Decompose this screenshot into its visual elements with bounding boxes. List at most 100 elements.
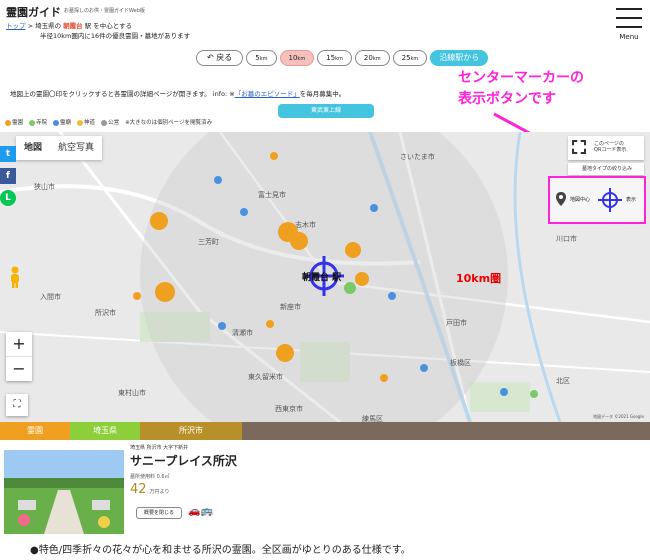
radius-unit: km (372, 56, 381, 62)
twitter-icon[interactable]: t (0, 146, 16, 162)
legend-dot-icon (5, 119, 11, 126)
cemetery-marker[interactable] (290, 232, 308, 250)
legend-label: 寺院 (36, 120, 48, 126)
fullscreen-icon: ⛶ (13, 399, 21, 410)
site-tagline: お墓探しのお供・霊園ガイドWeb版 (64, 8, 145, 14)
place-label: 富士見市 (258, 191, 286, 199)
place-label: 練馬区 (362, 415, 383, 422)
cemetery-marker[interactable] (355, 272, 369, 286)
qr-code-icon (572, 140, 586, 154)
map-pin-icon[interactable] (556, 192, 566, 206)
mausoleum-marker[interactable] (388, 292, 396, 300)
cemetery-marker[interactable] (155, 282, 175, 302)
mausoleum-marker[interactable] (214, 176, 222, 184)
radius-unit: km (335, 56, 343, 62)
show-label[interactable]: 表示 (626, 196, 636, 203)
zoom-control: + − (6, 332, 32, 381)
radius-20km-button[interactable]: 20km (354, 50, 390, 66)
rail-station-button[interactable]: 沿線駅から (430, 50, 489, 66)
info-text: 地図上の霊園〇印をクリックすると各霊園の詳細ページが開きます。 info: ※「… (10, 88, 345, 98)
temple-marker[interactable] (530, 390, 538, 398)
close-summary-button[interactable]: 概要を閉じる (136, 507, 182, 519)
mausoleum-marker[interactable] (218, 322, 226, 330)
cemetery-marker[interactable] (133, 292, 141, 300)
breadcrumb-home-link[interactable]: トップ (6, 22, 26, 30)
temple-marker[interactable] (344, 282, 356, 294)
legend-label: 神道 (84, 120, 96, 126)
cemetery-marker[interactable] (345, 242, 361, 258)
center-marker-controls: 地図中心 表示 (548, 176, 646, 224)
price: 42 万円より (130, 482, 169, 497)
radius-unit: km (410, 56, 419, 62)
legend-dot-icon (29, 119, 36, 126)
cemetery-marker[interactable] (270, 152, 278, 160)
zoom-in-button[interactable]: + (6, 332, 32, 356)
line-button[interactable]: 東武東上線 (278, 104, 374, 118)
category-tabs: 霊園 埼玉県 所沢市 (0, 422, 650, 440)
breadcrumb-text: > 埼玉県の (25, 22, 64, 30)
map-attribution: 地図データ ©2021 Google (593, 414, 644, 419)
radius-5km-button[interactable]: 5km (246, 50, 277, 66)
radius-25km-button[interactable]: 25km (392, 50, 428, 66)
back-label: 戻る (216, 53, 233, 62)
annotation-line2: 表示ボタンです (458, 91, 556, 107)
cemetery-type-filter[interactable]: 墓地タイプの絞り込み (568, 163, 644, 175)
back-button[interactable]: ↶ 戻る (196, 50, 244, 66)
place-label: 三芳町 (198, 238, 219, 246)
line-icon[interactable]: L (0, 190, 16, 206)
tab-map[interactable]: 地図 (16, 136, 50, 160)
mausoleum-marker[interactable] (420, 364, 428, 372)
mausoleum-marker[interactable] (240, 208, 248, 216)
facebook-icon[interactable]: f (0, 168, 16, 184)
legend: 霊園 寺院 霊廟 神道 公営 ※大きなのは個別ページを閲覧済み (5, 118, 212, 126)
info-pre: 地図上の霊園〇印をクリックすると各霊園の詳細ページが開きます。 info: ※ (10, 90, 235, 98)
place-label: 志木市 (295, 221, 316, 229)
mausoleum-marker[interactable] (500, 388, 508, 396)
map-center-label[interactable]: 地図中心 (570, 196, 590, 203)
category-cemetery[interactable]: 霊園 (0, 422, 70, 440)
legend-item: 神道 (77, 118, 95, 126)
center-station-label: 朝霞台 駅 (302, 273, 342, 283)
legend-note: ※大きなのは個別ページを閲覧済み (125, 120, 213, 126)
qr-code-button[interactable]: このページの QRコード表示 (568, 136, 644, 160)
legend-label: 霊廟 (60, 120, 72, 126)
radius-number: 25 (401, 54, 411, 62)
pegman-icon[interactable] (9, 266, 21, 288)
cemetery-photo (4, 450, 124, 534)
legend-label: 霊園 (12, 120, 24, 126)
menu-label: Menu (619, 33, 639, 41)
zoom-out-button[interactable]: − (6, 357, 32, 381)
cemetery-address: 埼玉県 所沢市 大字下新井 (130, 445, 189, 451)
place-label: 清瀬市 (232, 329, 253, 337)
radius-toolbar: ↶ 戻る 5km 10km 15km 20km 25km 沿線駅から (196, 50, 489, 66)
episode-link[interactable]: 「お墓のエピソード」 (235, 90, 300, 98)
back-arrow-icon: ↶ (207, 53, 214, 62)
qr-line2: QRコード表示 (594, 147, 627, 153)
radius-10km-button[interactable]: 10km (279, 50, 315, 66)
category-prefecture[interactable]: 埼玉県 (70, 422, 140, 440)
legend-label: 公営 (108, 120, 120, 126)
cemetery-marker[interactable] (150, 212, 168, 230)
category-city[interactable]: 所沢市 (140, 422, 242, 440)
mausoleum-marker[interactable] (370, 204, 378, 212)
map-type-tabs: 地図 航空写真 (16, 136, 103, 160)
menu-button[interactable]: Menu (616, 8, 642, 41)
center-marker-toggle-icon[interactable] (598, 188, 622, 212)
cemetery-marker[interactable] (380, 374, 388, 382)
cemetery-marker[interactable] (276, 344, 294, 362)
legend-item: 寺院 (29, 118, 47, 126)
radius-15km-button[interactable]: 15km (317, 50, 352, 66)
fullscreen-button[interactable]: ⛶ (6, 394, 28, 416)
map[interactable]: 狭山市 入間市 所沢市 三芳町 富士見市 志木市 新座市 清瀬市 東久留米市 西東京市 川口市 戸田市… (0, 132, 650, 422)
tab-aerial[interactable]: 航空写真 (50, 136, 102, 160)
cemetery-marker[interactable] (266, 320, 274, 328)
radius-number: 20 (363, 54, 373, 62)
breadcrumb: トップ > 埼玉県の 朝霞台 駅 を中心とする 半径10km圏内に16件の優良霊… (6, 21, 190, 41)
legend-dot-icon (77, 119, 84, 126)
radius-label: 10km圏 (456, 272, 502, 285)
site-logo[interactable]: 霊園ガイド (6, 4, 61, 20)
place-label: 所沢市 (95, 309, 116, 317)
price-value: 42 (130, 482, 147, 497)
cemetery-name[interactable]: サニープレイス所沢 (130, 452, 237, 469)
radius-options: 5km 10km 15km 20km 25km (246, 50, 428, 66)
